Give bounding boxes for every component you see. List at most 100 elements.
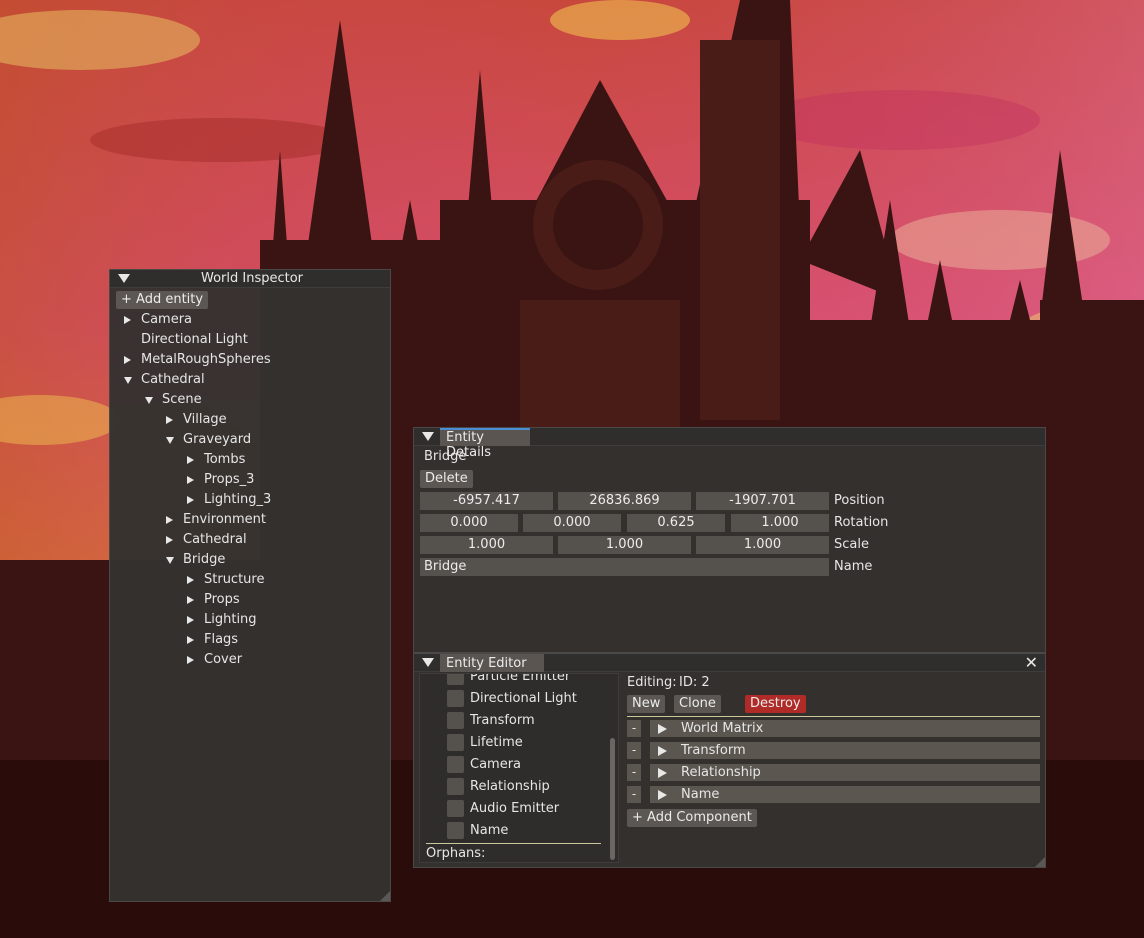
- editing-id: ID: 2: [679, 675, 710, 690]
- tree-node-label: Lighting_3: [204, 492, 272, 507]
- tree-node[interactable]: Scene: [110, 390, 390, 410]
- rotation-z-field[interactable]: 0.625: [627, 514, 725, 532]
- tree-node-label: MetalRoughSpheres: [141, 352, 271, 367]
- tree-node[interactable]: Bridge: [110, 550, 390, 570]
- entity-editor-titlebar[interactable]: Entity Editor ✕: [414, 654, 1045, 672]
- component-header[interactable]: Relationship: [650, 764, 1040, 781]
- resize-grip[interactable]: [1035, 857, 1045, 867]
- filter-label: Directional Light: [470, 691, 577, 706]
- tree-node[interactable]: Directional Light: [110, 330, 390, 350]
- tab-entity-editor[interactable]: Entity Editor: [440, 654, 544, 672]
- tree-node[interactable]: Tombs: [110, 450, 390, 470]
- collapsed-arrow-icon[interactable]: [187, 596, 194, 604]
- filter-checkbox[interactable]: [447, 756, 464, 773]
- tree-node-label: Props_3: [204, 472, 255, 487]
- component-label: Name: [681, 787, 720, 802]
- tree-node[interactable]: Cathedral: [110, 370, 390, 390]
- tab-entity-details[interactable]: Entity Details: [440, 428, 530, 460]
- tree-node[interactable]: Environment: [110, 510, 390, 530]
- tree-node[interactable]: MetalRoughSpheres: [110, 350, 390, 370]
- rotation-label: Rotation: [834, 515, 889, 530]
- filter-checkbox[interactable]: [447, 712, 464, 729]
- tree-node-label: Flags: [204, 632, 239, 647]
- remove-component-button[interactable]: -: [627, 742, 641, 759]
- collapse-arrow-icon[interactable]: [422, 658, 434, 667]
- filter-checkbox[interactable]: [447, 822, 464, 839]
- scale-z-field[interactable]: 1.000: [696, 536, 829, 554]
- component-header[interactable]: Name: [650, 786, 1040, 803]
- entity-details-window: Entity Details Bridge Delete -6957.417 2…: [413, 427, 1046, 653]
- collapsed-arrow-icon[interactable]: [166, 516, 173, 524]
- remove-component-button[interactable]: -: [627, 786, 641, 803]
- tree-node[interactable]: Graveyard: [110, 430, 390, 450]
- tree-node[interactable]: Lighting_3: [110, 490, 390, 510]
- expanded-arrow-icon[interactable]: [145, 397, 153, 404]
- scale-x-field[interactable]: 1.000: [420, 536, 553, 554]
- component-filter-panel: Particle Emitter Directional Light Transfo…: [419, 673, 619, 863]
- filter-checkbox[interactable]: [447, 674, 464, 685]
- new-button[interactable]: New: [627, 695, 666, 713]
- delete-button[interactable]: Delete: [420, 470, 473, 488]
- rotation-y-field[interactable]: 0.000: [523, 514, 621, 532]
- entity-editor-window: Entity Editor ✕ Particle Emitter Directio…: [413, 653, 1046, 868]
- tree-node[interactable]: Camera: [110, 310, 390, 330]
- scale-y-field[interactable]: 1.000: [558, 536, 691, 554]
- expanded-arrow-icon[interactable]: [124, 377, 132, 384]
- filter-checkbox[interactable]: [447, 778, 464, 795]
- add-component-button[interactable]: + Add Component: [627, 809, 757, 827]
- tree-node[interactable]: Cover: [110, 650, 390, 670]
- collapse-arrow-icon[interactable]: [422, 432, 434, 441]
- tree-node[interactable]: Cathedral: [110, 530, 390, 550]
- collapsed-arrow-icon[interactable]: [187, 456, 194, 464]
- add-entity-button[interactable]: + Add entity: [116, 291, 209, 309]
- tree-node[interactable]: Flags: [110, 630, 390, 650]
- collapse-arrow-icon[interactable]: [118, 274, 130, 283]
- position-label: Position: [834, 493, 885, 508]
- filter-checkbox[interactable]: [447, 734, 464, 751]
- world-inspector-window: World Inspector + Add entity Camera Direc…: [109, 269, 391, 902]
- collapsed-arrow-icon[interactable]: [166, 536, 173, 544]
- component-header[interactable]: World Matrix: [650, 720, 1040, 737]
- component-header[interactable]: Transform: [650, 742, 1040, 759]
- collapsed-arrow-icon[interactable]: [187, 496, 194, 504]
- filter-checkbox[interactable]: [447, 690, 464, 707]
- world-inspector-titlebar[interactable]: World Inspector: [110, 270, 390, 288]
- collapsed-arrow-icon[interactable]: [187, 476, 194, 484]
- window-title: World Inspector: [201, 271, 304, 286]
- remove-component-button[interactable]: -: [627, 764, 641, 781]
- close-icon[interactable]: ✕: [1025, 654, 1038, 671]
- collapsed-arrow-icon[interactable]: [187, 636, 194, 644]
- tree-node[interactable]: Props: [110, 590, 390, 610]
- resize-grip[interactable]: [380, 891, 390, 901]
- rotation-x-field[interactable]: 0.000: [420, 514, 518, 532]
- clone-button[interactable]: Clone: [674, 695, 721, 713]
- position-x-field[interactable]: -6957.417: [420, 492, 553, 510]
- expanded-arrow-icon[interactable]: [166, 557, 174, 564]
- collapsed-arrow-icon[interactable]: [187, 616, 194, 624]
- collapsed-arrow-icon[interactable]: [166, 416, 173, 424]
- component-label: World Matrix: [681, 721, 764, 736]
- tree-node[interactable]: Props_3: [110, 470, 390, 490]
- tree-node[interactable]: Village: [110, 410, 390, 430]
- component-label: Relationship: [681, 765, 761, 780]
- tree-node-label: Directional Light: [141, 332, 248, 347]
- position-y-field[interactable]: 26836.869: [558, 492, 691, 510]
- collapsed-arrow-icon[interactable]: [187, 576, 194, 584]
- scrollbar[interactable]: [610, 738, 615, 860]
- remove-component-button[interactable]: -: [627, 720, 641, 737]
- position-z-field[interactable]: -1907.701: [696, 492, 829, 510]
- collapsed-arrow-icon[interactable]: [124, 316, 131, 324]
- filter-checkbox[interactable]: [447, 800, 464, 817]
- collapsed-arrow-icon[interactable]: [124, 356, 131, 364]
- name-input[interactable]: Bridge: [420, 558, 829, 576]
- expanded-arrow-icon[interactable]: [166, 437, 174, 444]
- destroy-button[interactable]: Destroy: [745, 695, 806, 713]
- collapsed-arrow-icon: [658, 768, 667, 778]
- scale-label: Scale: [834, 537, 869, 552]
- tree-node[interactable]: Structure: [110, 570, 390, 590]
- rotation-w-field[interactable]: 1.000: [731, 514, 829, 532]
- collapsed-arrow-icon[interactable]: [187, 656, 194, 664]
- selected-entity-name: Bridge: [424, 449, 467, 464]
- tree-node[interactable]: Lighting: [110, 610, 390, 630]
- entity-details-titlebar[interactable]: Entity Details: [414, 428, 1045, 460]
